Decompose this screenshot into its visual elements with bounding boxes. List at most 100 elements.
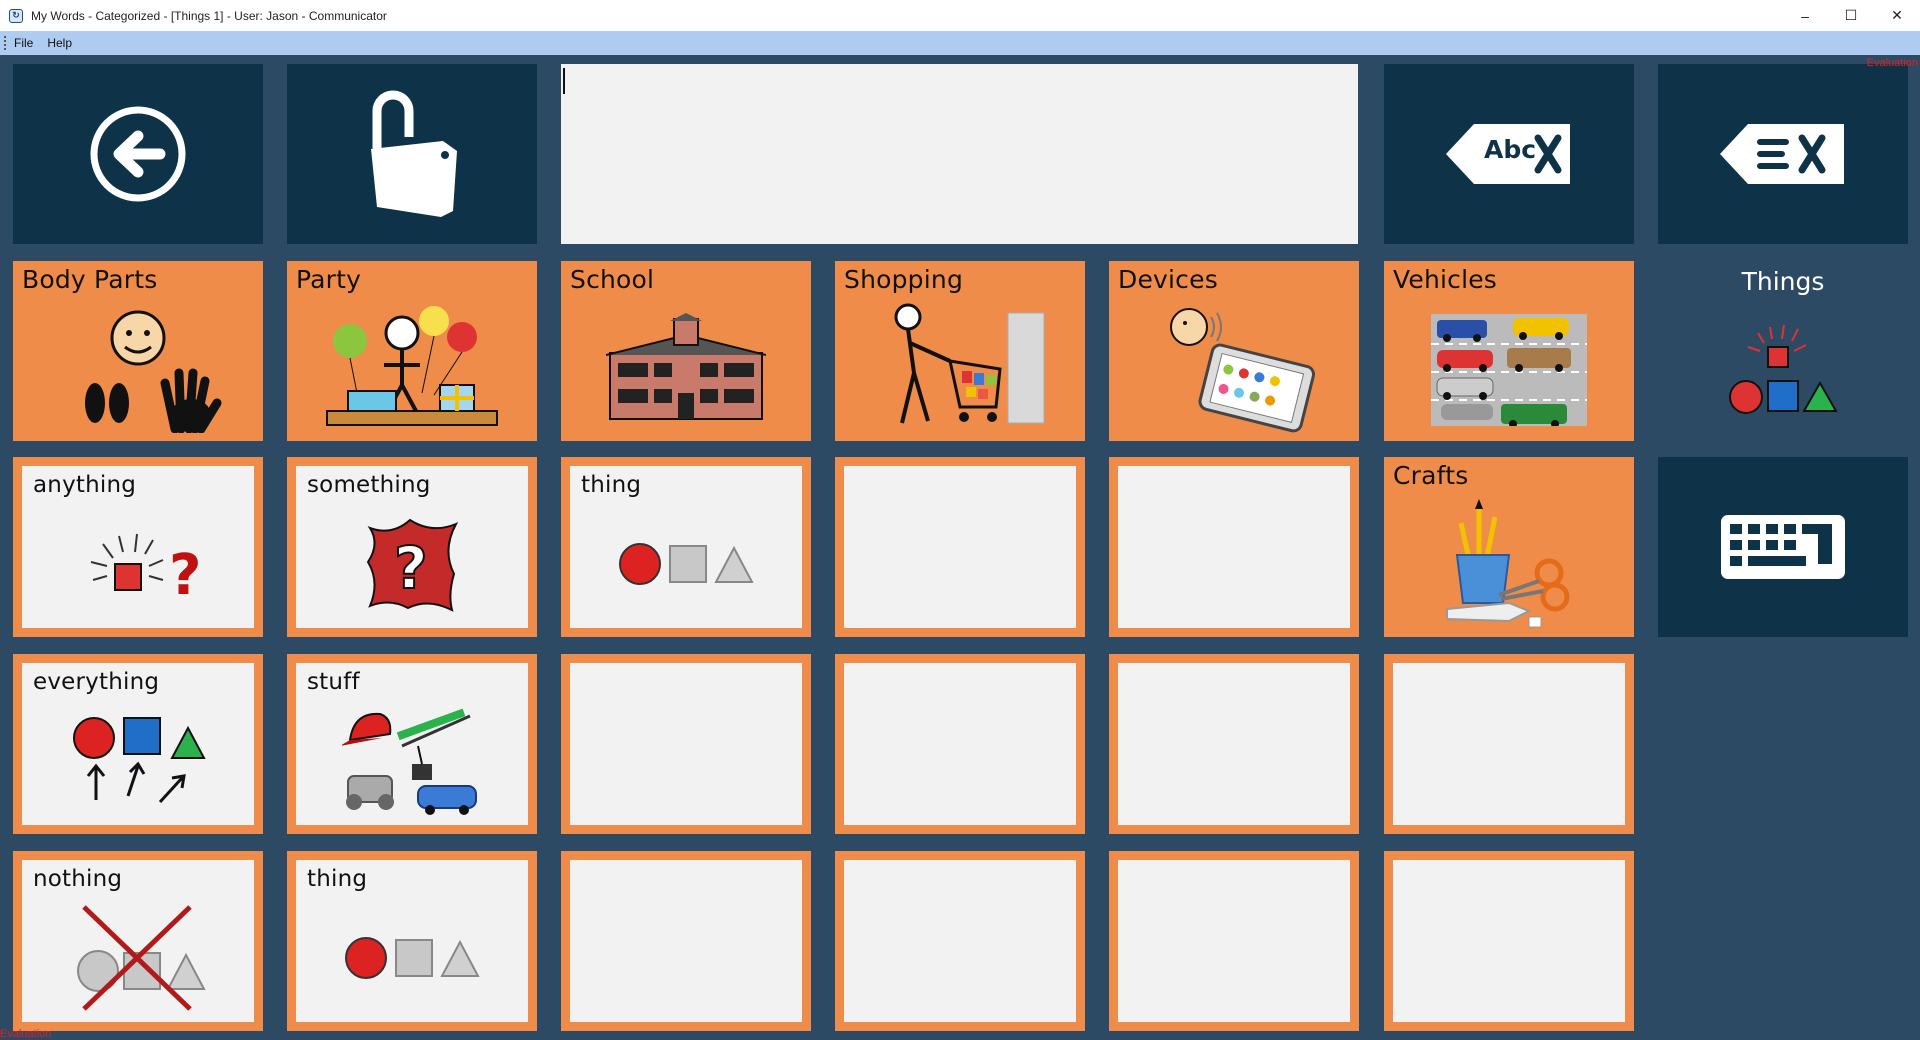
back-button[interactable] bbox=[13, 64, 263, 244]
title-bar: ↻ My Words - Categorized - [Things 1] - … bbox=[0, 0, 1920, 31]
something-icon: ? bbox=[296, 506, 528, 622]
word-cell bbox=[844, 466, 1076, 628]
shopping-icon bbox=[835, 301, 1085, 435]
empty-cell[interactable] bbox=[1109, 654, 1359, 834]
crafts-icon bbox=[1384, 497, 1634, 631]
devices-icon bbox=[1109, 301, 1359, 435]
word-cell bbox=[844, 663, 1076, 825]
empty-cell[interactable] bbox=[1384, 851, 1634, 1031]
category-body-parts[interactable]: Body Parts bbox=[13, 261, 263, 441]
word-label: stuff bbox=[307, 669, 360, 695]
word-cell: thing bbox=[296, 860, 528, 1022]
window-title: My Words - Categorized - [Things 1] - Us… bbox=[31, 8, 387, 23]
category-label: Devices bbox=[1118, 265, 1218, 294]
svg-text:?: ? bbox=[169, 543, 201, 604]
clear-text-icon bbox=[1720, 124, 1844, 184]
window-controls: – ☐ ✕ bbox=[1782, 0, 1920, 31]
empty-cell[interactable] bbox=[835, 851, 1085, 1031]
word-cell: nothing bbox=[22, 860, 254, 1022]
body-parts-icon bbox=[13, 301, 263, 435]
evaluation-watermark: Evaluation bbox=[1866, 57, 1918, 69]
nothing-icon bbox=[22, 900, 254, 1016]
things-icon bbox=[1658, 301, 1908, 435]
category-label: Body Parts bbox=[22, 265, 158, 294]
word-label: thing bbox=[307, 866, 368, 892]
menu-grip bbox=[4, 36, 6, 50]
word-nothing[interactable]: nothing bbox=[13, 851, 263, 1031]
evaluation-watermark: Evaluation bbox=[0, 1028, 52, 1040]
category-label: Crafts bbox=[1393, 461, 1469, 490]
message-window[interactable] bbox=[561, 64, 1358, 244]
clear-button[interactable] bbox=[1658, 64, 1908, 244]
word-cell: thing bbox=[570, 466, 802, 628]
word-cell: everything bbox=[22, 663, 254, 825]
category-vehicles[interactable]: Vehicles bbox=[1384, 261, 1634, 441]
word-cell: anything ? bbox=[22, 466, 254, 628]
empty-cell[interactable] bbox=[1109, 851, 1359, 1031]
thing-icon bbox=[570, 506, 802, 622]
word-everything[interactable]: everything bbox=[13, 654, 263, 834]
category-school[interactable]: School bbox=[561, 261, 811, 441]
category-shopping[interactable]: Shopping bbox=[835, 261, 1085, 441]
word-label: nothing bbox=[33, 866, 123, 892]
communication-board: Abc Body Parts Party School Shopping Dev… bbox=[0, 55, 1920, 1040]
vehicles-icon bbox=[1384, 301, 1634, 435]
menu-bar: File Help bbox=[0, 31, 1920, 55]
word-cell bbox=[570, 860, 802, 1022]
back-arrow-icon bbox=[90, 106, 186, 202]
text-caret bbox=[563, 68, 565, 94]
word-cell bbox=[1118, 860, 1350, 1022]
school-icon bbox=[561, 301, 811, 435]
empty-cell[interactable] bbox=[561, 851, 811, 1031]
word-label: anything bbox=[33, 472, 137, 498]
keyboard-icon bbox=[1721, 515, 1845, 579]
close-button[interactable]: ✕ bbox=[1874, 0, 1920, 31]
party-icon bbox=[287, 301, 537, 435]
minimize-button[interactable]: – bbox=[1782, 0, 1828, 31]
lock-button[interactable] bbox=[287, 64, 537, 244]
empty-cell[interactable] bbox=[835, 654, 1085, 834]
word-cell bbox=[1118, 466, 1350, 628]
anything-icon: ? bbox=[22, 506, 254, 622]
app-icon: ↻ bbox=[9, 8, 23, 23]
category-party[interactable]: Party bbox=[287, 261, 537, 441]
category-devices[interactable]: Devices bbox=[1109, 261, 1359, 441]
menu-file[interactable]: File bbox=[14, 36, 33, 50]
word-something[interactable]: something ? bbox=[287, 457, 537, 637]
word-cell bbox=[1393, 663, 1625, 825]
empty-cell[interactable] bbox=[1109, 457, 1359, 637]
empty-cell[interactable] bbox=[835, 457, 1085, 637]
category-label: Shopping bbox=[844, 265, 964, 294]
category-crafts[interactable]: Crafts bbox=[1384, 457, 1634, 637]
empty-cell[interactable] bbox=[1384, 654, 1634, 834]
current-page-things: Things bbox=[1658, 261, 1908, 441]
word-cell bbox=[1393, 860, 1625, 1022]
word-cell bbox=[844, 860, 1076, 1022]
word-label: everything bbox=[33, 669, 160, 695]
word-cell bbox=[1118, 663, 1350, 825]
delete-word-label: Abc bbox=[1484, 135, 1537, 164]
current-page-label: Things bbox=[1741, 267, 1825, 296]
everything-icon bbox=[22, 703, 254, 819]
keyboard-button[interactable] bbox=[1658, 457, 1908, 637]
word-label: something bbox=[307, 472, 431, 498]
word-cell bbox=[570, 663, 802, 825]
category-label: School bbox=[570, 265, 655, 294]
category-label: Vehicles bbox=[1393, 265, 1498, 294]
word-thing[interactable]: thing bbox=[561, 457, 811, 637]
empty-cell[interactable] bbox=[561, 654, 811, 834]
word-anything[interactable]: anything ? bbox=[13, 457, 263, 637]
category-label: Party bbox=[296, 265, 362, 294]
word-cell: stuff bbox=[296, 663, 528, 825]
word-cell: something ? bbox=[296, 466, 528, 628]
delete-word-button[interactable]: Abc bbox=[1384, 64, 1634, 244]
thing-icon bbox=[296, 900, 528, 1016]
menu-help[interactable]: Help bbox=[47, 36, 72, 50]
maximize-button[interactable]: ☐ bbox=[1828, 0, 1874, 31]
word-thing-2[interactable]: thing bbox=[287, 851, 537, 1031]
svg-text:?: ? bbox=[394, 534, 428, 602]
unlocked-padlock-icon bbox=[371, 90, 457, 217]
word-stuff[interactable]: stuff bbox=[287, 654, 537, 834]
word-label: thing bbox=[581, 472, 642, 498]
stuff-icon bbox=[296, 703, 528, 819]
